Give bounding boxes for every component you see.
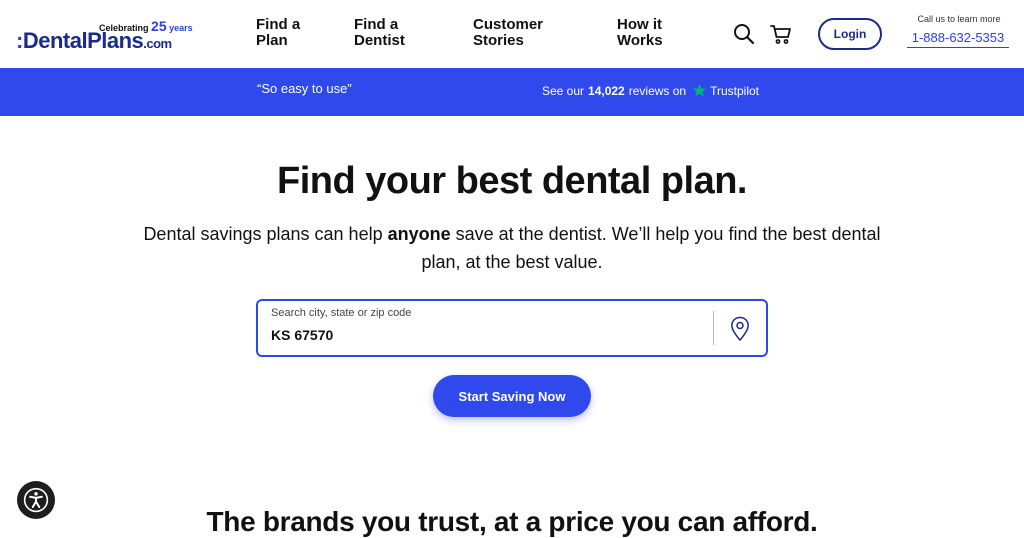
location-search-box[interactable]: Search city, state or zip code (256, 299, 768, 357)
brand-wordmark: :DentalPlans.com (16, 28, 172, 54)
review-banner: “So easy to use” See our 14,022 reviews … (0, 68, 1024, 116)
trustpilot-star-icon (692, 83, 707, 97)
brand-name: DentalPlans (22, 28, 144, 53)
phone-link[interactable]: 1-888-632-5353 (907, 30, 1009, 48)
page-title: Find your best dental plan. (277, 160, 747, 202)
testimonial-quote: “So easy to use” (257, 81, 352, 96)
subtitle-text-rest: save at the dentist. We’ll help you find… (421, 224, 881, 272)
trustpilot-name: Trustpilot (710, 83, 759, 98)
nav-label-line2: Plan (256, 32, 288, 49)
start-saving-button[interactable]: Start Saving Now (433, 375, 591, 417)
site-header: Celebrating 25 years :DentalPlans.com Fi… (0, 0, 1024, 68)
brand-suffix: .com (143, 36, 172, 51)
search-divider (713, 311, 714, 345)
nav-label-line1: Find a (256, 16, 301, 33)
nav-how-it-works[interactable]: How it Works (617, 17, 663, 49)
years-word: years (169, 23, 193, 33)
search-icon[interactable] (732, 22, 756, 46)
hero-subtitle: Dental savings plans can help anyone sav… (140, 220, 884, 276)
search-label: Search city, state or zip code (271, 307, 412, 319)
location-pin-icon[interactable] (730, 316, 750, 342)
subtitle-emphasis: anyone (387, 224, 451, 244)
brands-section-title: The brands you trust, at a price you can… (206, 506, 818, 537)
nav-label-line2: Works (617, 32, 663, 49)
nav-customer-stories[interactable]: Customer Stories (473, 17, 543, 49)
dentalplans-logo[interactable]: Celebrating 25 years :DentalPlans.com (16, 16, 196, 56)
nav-label-line2: Dentist (354, 32, 405, 49)
cart-icon[interactable] (769, 22, 793, 46)
reviews-count: 14,022 (588, 83, 625, 98)
subtitle-text: Dental savings plans can help (143, 224, 388, 244)
brand-colon: : (16, 28, 23, 53)
nav-find-a-plan[interactable]: Find a Plan (256, 17, 300, 49)
nav-find-a-dentist[interactable]: Find a Dentist (354, 17, 405, 49)
nav-label-line1: How it (617, 16, 662, 33)
nav-label-line1: Customer (473, 16, 544, 33)
trustpilot-reviews-link[interactable]: See our 14,022 reviews on Trustpilot (542, 83, 759, 98)
login-button[interactable]: Login (818, 18, 882, 50)
reviews-prefix: See our (542, 83, 585, 98)
reviews-suffix: reviews on (628, 83, 687, 98)
call-us-label: Call us to learn more (917, 14, 1001, 24)
nav-label-line2: Stories (473, 32, 524, 49)
nav-label-line1: Find a (354, 16, 399, 33)
search-input[interactable] (271, 327, 691, 343)
